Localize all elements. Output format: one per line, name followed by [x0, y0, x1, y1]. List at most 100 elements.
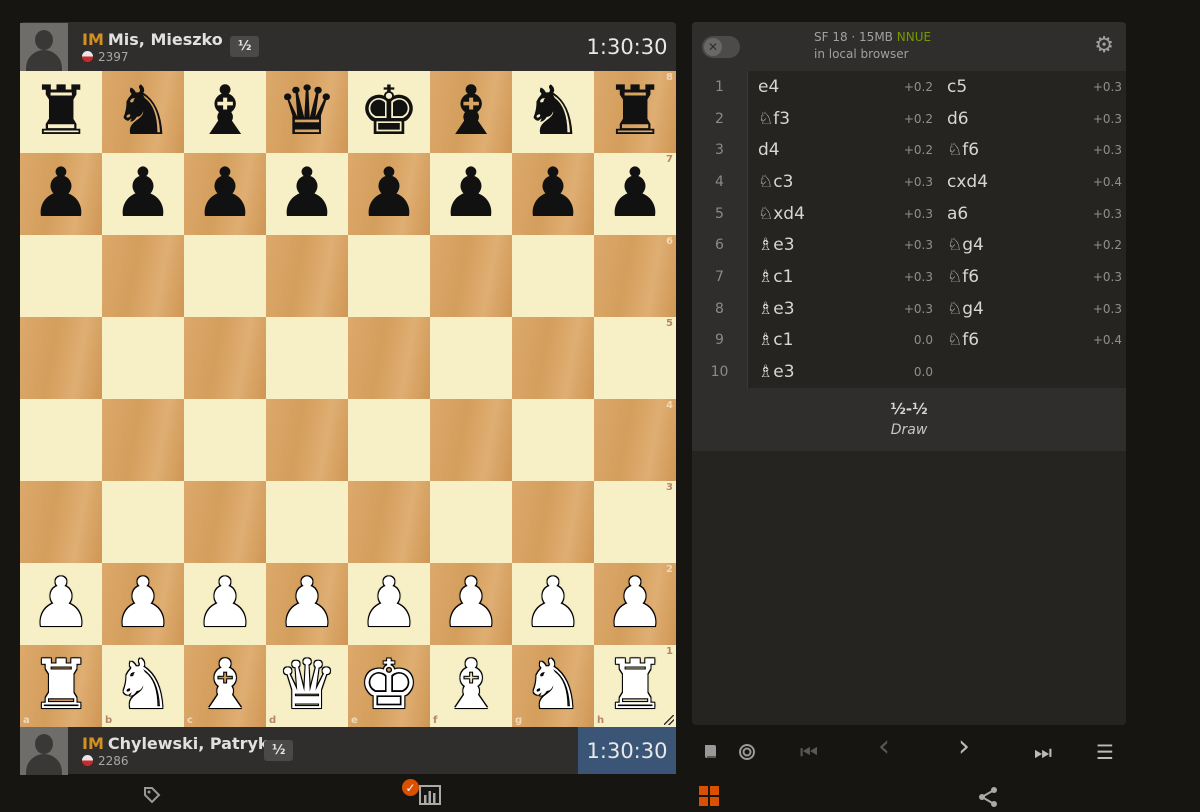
- white-queen-icon[interactable]: ♛: [277, 652, 338, 720]
- menu-button[interactable]: ☰: [1096, 739, 1114, 765]
- black-bishop-icon[interactable]: ♝: [195, 78, 256, 146]
- board-square[interactable]: [430, 399, 512, 481]
- black-move[interactable]: [937, 356, 1126, 388]
- board-square[interactable]: [266, 481, 348, 563]
- board-square[interactable]: [102, 317, 184, 399]
- black-pawn-icon[interactable]: ♟: [359, 160, 420, 228]
- board-square[interactable]: [512, 235, 594, 317]
- board-square[interactable]: [20, 481, 102, 563]
- board-square[interactable]: ♟: [102, 563, 184, 645]
- board-square[interactable]: ♟: [512, 563, 594, 645]
- board-square[interactable]: ♛: [266, 71, 348, 153]
- board-square[interactable]: ♟: [184, 563, 266, 645]
- board-square[interactable]: [20, 399, 102, 481]
- black-pawn-icon[interactable]: ♟: [31, 160, 92, 228]
- black-pawn-icon[interactable]: ♟: [605, 160, 666, 228]
- black-move[interactable]: ♘g4 +0.2: [937, 229, 1126, 261]
- board-square[interactable]: ♟: [348, 153, 430, 235]
- board-square[interactable]: [102, 399, 184, 481]
- black-rook-icon[interactable]: ♜: [31, 78, 92, 146]
- board-square[interactable]: [266, 235, 348, 317]
- board-square[interactable]: ♟: [266, 153, 348, 235]
- board-square[interactable]: [184, 317, 266, 399]
- share-icon[interactable]: [977, 786, 999, 812]
- bottom-player-name-line[interactable]: IM Chylewski, Patryk: [82, 734, 272, 753]
- white-knight-icon[interactable]: ♞: [113, 652, 174, 720]
- board-square[interactable]: 6: [594, 235, 676, 317]
- board-square[interactable]: ♟: [430, 153, 512, 235]
- board-square[interactable]: [266, 317, 348, 399]
- board-square[interactable]: ♜: [20, 71, 102, 153]
- board-square[interactable]: ♜ 8: [594, 71, 676, 153]
- white-move[interactable]: e4 +0.2: [748, 71, 937, 103]
- white-pawn-icon[interactable]: ♟: [441, 570, 502, 638]
- white-pawn-icon[interactable]: ♟: [277, 570, 338, 638]
- board-square[interactable]: ♟: [184, 153, 266, 235]
- white-king-icon[interactable]: ♚: [359, 652, 420, 720]
- black-move[interactable]: cxd4 +0.4: [937, 166, 1126, 198]
- board-square[interactable]: [512, 481, 594, 563]
- opening-book-icon[interactable]: [702, 739, 720, 765]
- board-square[interactable]: [102, 481, 184, 563]
- board-square[interactable]: ♚ e: [348, 645, 430, 727]
- board-resize-handle[interactable]: [664, 715, 674, 725]
- top-player-name-line[interactable]: IM Mis, Mieszko: [82, 30, 230, 49]
- white-pawn-icon[interactable]: ♟: [523, 570, 584, 638]
- board-square[interactable]: [20, 317, 102, 399]
- board-square[interactable]: [348, 317, 430, 399]
- board-square[interactable]: ♞ b: [102, 645, 184, 727]
- board-square[interactable]: [512, 317, 594, 399]
- board-square[interactable]: [348, 235, 430, 317]
- white-pawn-icon[interactable]: ♟: [605, 570, 666, 638]
- white-move[interactable]: d4 +0.2: [748, 134, 937, 166]
- last-move-button[interactable]: ⏭: [1034, 739, 1052, 765]
- board-square[interactable]: ♞: [512, 71, 594, 153]
- white-move[interactable]: ♗e3 0.0: [748, 356, 937, 388]
- white-move[interactable]: ♘xd4 +0.3: [748, 198, 937, 230]
- black-move[interactable]: ♘f6 +0.3: [937, 134, 1126, 166]
- next-move-button[interactable]: ›: [958, 729, 970, 764]
- board-square[interactable]: ♛ d: [266, 645, 348, 727]
- board-square[interactable]: ♜ a: [20, 645, 102, 727]
- board-square[interactable]: 3: [594, 481, 676, 563]
- white-rook-icon[interactable]: ♜: [31, 652, 92, 720]
- black-pawn-icon[interactable]: ♟: [113, 160, 174, 228]
- board-square[interactable]: ♞: [102, 71, 184, 153]
- white-move[interactable]: ♗e3 +0.3: [748, 293, 937, 325]
- board-square[interactable]: ♝: [430, 71, 512, 153]
- board-square[interactable]: ♟: [20, 153, 102, 235]
- board-square[interactable]: ♜ 1 h: [594, 645, 676, 727]
- board-square[interactable]: ♟: [20, 563, 102, 645]
- board-square[interactable]: [430, 235, 512, 317]
- white-move[interactable]: ♘f3 +0.2: [748, 103, 937, 135]
- black-move[interactable]: ♘g4 +0.3: [937, 293, 1126, 325]
- board-square[interactable]: [430, 481, 512, 563]
- black-rook-icon[interactable]: ♜: [605, 78, 666, 146]
- board-square[interactable]: 5: [594, 317, 676, 399]
- board-square[interactable]: ♟ 7: [594, 153, 676, 235]
- white-move[interactable]: ♗c1 0.0: [748, 325, 937, 357]
- black-pawn-icon[interactable]: ♟: [523, 160, 584, 228]
- board-square[interactable]: ♝: [184, 71, 266, 153]
- board-square[interactable]: ♟: [266, 563, 348, 645]
- white-move[interactable]: ♗e3 +0.3: [748, 229, 937, 261]
- prev-move-button[interactable]: ‹: [878, 729, 890, 764]
- white-pawn-icon[interactable]: ♟: [31, 570, 92, 638]
- first-move-button[interactable]: ⏮: [800, 739, 818, 765]
- black-knight-icon[interactable]: ♞: [523, 78, 584, 146]
- black-king-icon[interactable]: ♚: [359, 78, 420, 146]
- tag-icon[interactable]: [143, 786, 161, 808]
- black-pawn-icon[interactable]: ♟: [277, 160, 338, 228]
- board-square[interactable]: ♟: [102, 153, 184, 235]
- board-square[interactable]: [430, 317, 512, 399]
- board-square[interactable]: [184, 235, 266, 317]
- white-pawn-icon[interactable]: ♟: [195, 570, 256, 638]
- white-bishop-icon[interactable]: ♝: [195, 652, 256, 720]
- gear-icon[interactable]: ⚙: [1094, 35, 1114, 57]
- black-queen-icon[interactable]: ♛: [277, 78, 338, 146]
- white-pawn-icon[interactable]: ♟: [359, 570, 420, 638]
- board-square[interactable]: [348, 399, 430, 481]
- board-square[interactable]: ♟: [430, 563, 512, 645]
- black-pawn-icon[interactable]: ♟: [195, 160, 256, 228]
- board-square[interactable]: [184, 399, 266, 481]
